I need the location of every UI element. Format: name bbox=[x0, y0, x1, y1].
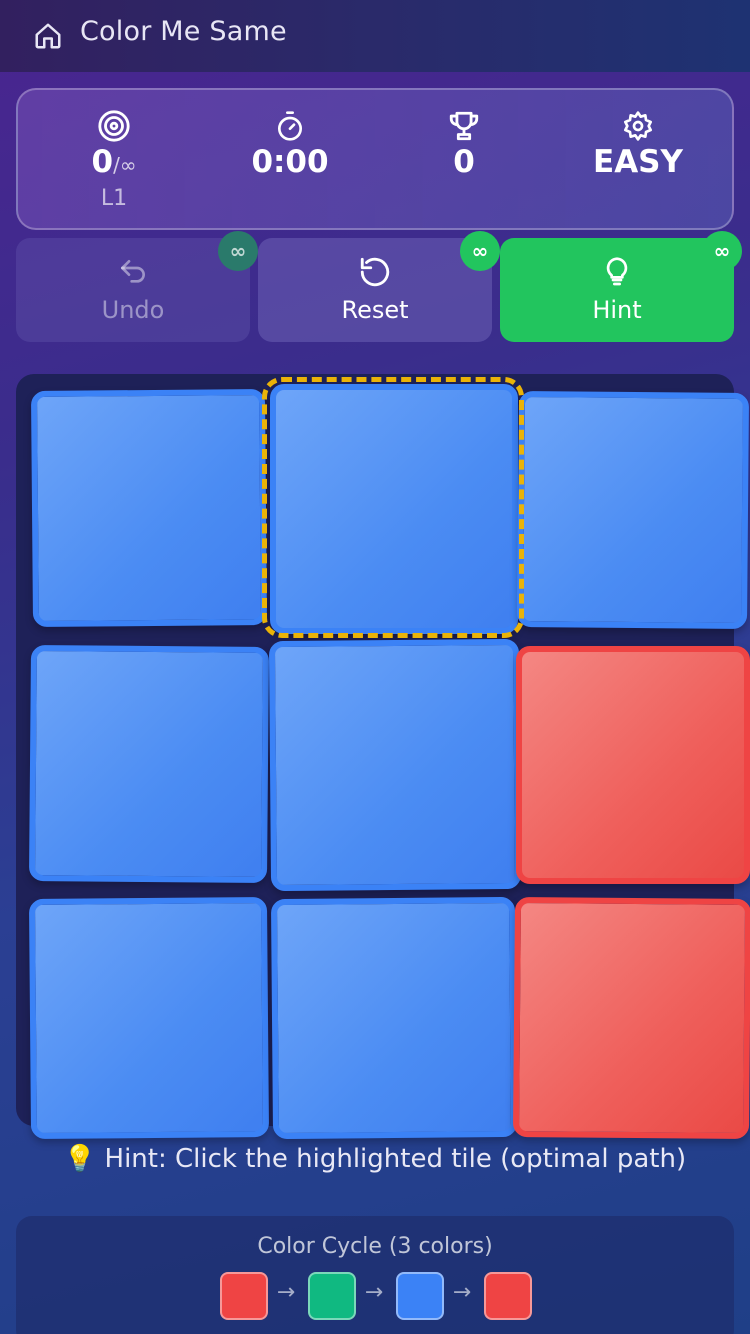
top-bar: Color Me Same bbox=[0, 0, 750, 72]
gear-icon[interactable] bbox=[620, 108, 656, 144]
app-title: Color Me Same bbox=[80, 16, 287, 47]
moves-limit: /∞ bbox=[113, 153, 137, 177]
stopwatch-icon bbox=[272, 108, 308, 144]
reset-icon bbox=[357, 254, 393, 290]
hint-label: Hint bbox=[592, 296, 642, 324]
color-swatch-1 bbox=[220, 1272, 268, 1320]
score-stat: 0 bbox=[376, 90, 552, 228]
home-icon[interactable] bbox=[30, 18, 66, 54]
color-swatch-4 bbox=[484, 1272, 532, 1320]
stats-panel: 0/∞ L1 0:00 0 EASY bbox=[16, 88, 734, 230]
hint-count-badge: ∞ bbox=[702, 231, 742, 271]
arrow-right-icon: → bbox=[364, 1280, 384, 1305]
hint-highlight-ring bbox=[262, 377, 524, 638]
reset-label: Reset bbox=[341, 296, 409, 324]
arrow-right-icon: → bbox=[276, 1280, 296, 1305]
color-cycle-title: Color Cycle (3 colors) bbox=[257, 1234, 493, 1259]
reset-count-badge: ∞ bbox=[460, 231, 500, 271]
tile-r2-c2-blue[interactable] bbox=[268, 638, 522, 892]
color-swatch-3 bbox=[396, 1272, 444, 1320]
tile-r3-c1-blue[interactable] bbox=[28, 896, 270, 1140]
tile-r1-c1-blue[interactable] bbox=[30, 388, 268, 628]
tile-r3-c2-blue[interactable] bbox=[270, 896, 518, 1140]
undo-label: Undo bbox=[101, 296, 165, 324]
color-swatch-2 bbox=[308, 1272, 356, 1320]
tile-r2-c3-red[interactable] bbox=[516, 646, 750, 884]
moves-value: 0/∞ bbox=[26, 144, 202, 180]
tile-r3-c3-red[interactable] bbox=[512, 896, 750, 1140]
level-label: L1 bbox=[100, 186, 128, 211]
moves-count: 0 bbox=[91, 144, 114, 180]
score-value: 0 bbox=[453, 144, 475, 180]
hint-button[interactable]: Hint bbox=[500, 238, 734, 342]
arrow-right-icon: → bbox=[452, 1280, 472, 1305]
tile-r2-c1-blue[interactable] bbox=[28, 644, 270, 884]
difficulty-value[interactable]: EASY bbox=[550, 144, 726, 180]
difficulty-stat[interactable]: EASY bbox=[550, 90, 726, 228]
color-cycle-panel: Color Cycle (3 colors) → → → bbox=[16, 1216, 734, 1334]
reset-button[interactable]: Reset bbox=[258, 238, 492, 342]
hint-message: 💡 Hint: Click the highlighted tile (opti… bbox=[63, 1144, 687, 1174]
tile-r1-c3-blue[interactable] bbox=[516, 391, 750, 629]
undo-count-badge: ∞ bbox=[218, 231, 258, 271]
undo-button[interactable]: Undo bbox=[16, 238, 250, 342]
undo-icon bbox=[115, 254, 151, 290]
lightbulb-icon bbox=[599, 254, 635, 290]
moves-stat: 0/∞ L1 bbox=[26, 90, 202, 228]
timer-value: 0:00 bbox=[251, 144, 329, 180]
target-icon bbox=[96, 108, 132, 144]
timer-stat: 0:00 bbox=[202, 90, 378, 228]
trophy-icon bbox=[446, 108, 482, 144]
